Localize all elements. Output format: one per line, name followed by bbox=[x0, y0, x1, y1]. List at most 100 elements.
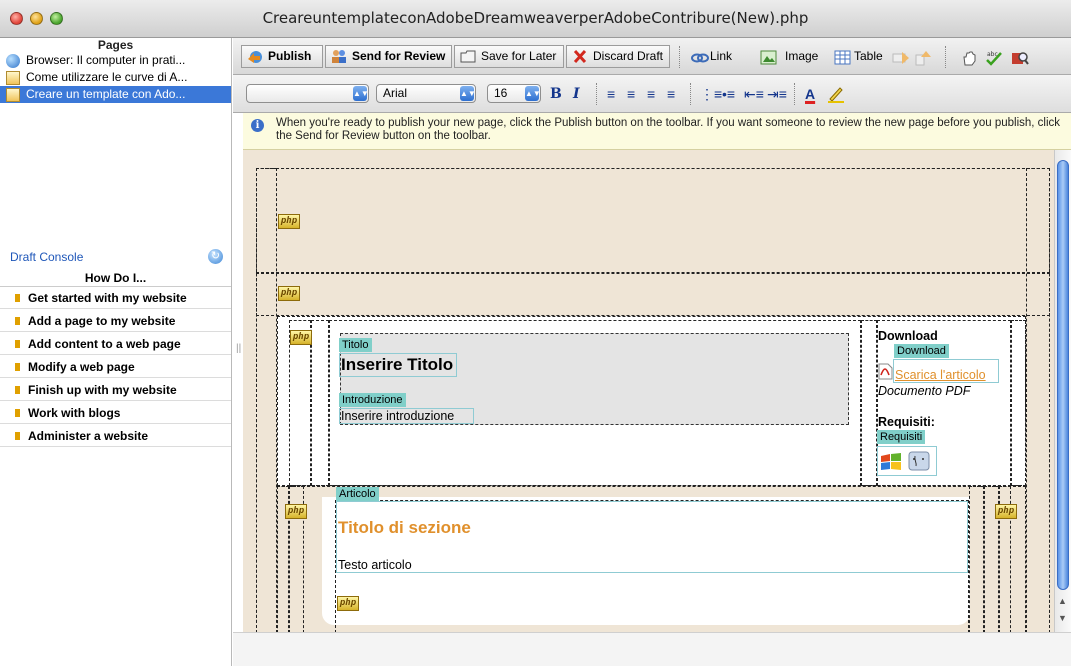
font-select-value: Arial bbox=[383, 86, 408, 100]
book-icon bbox=[15, 432, 20, 440]
download-tag: Download bbox=[894, 344, 949, 358]
select-arrows-icon: ▲▼ bbox=[353, 86, 369, 101]
draft-console-link[interactable]: Draft Console bbox=[10, 248, 83, 266]
spell-check-icon[interactable]: abc bbox=[985, 50, 1003, 66]
editor-canvas[interactable]: php php php Titolo Inserire Titolo Intro… bbox=[243, 150, 1054, 632]
refresh-icon[interactable]: ↻ bbox=[208, 249, 223, 264]
align-center-icon[interactable]: ≡ bbox=[627, 84, 635, 104]
toolbar-divider bbox=[794, 83, 796, 105]
article-text: Testo articolo bbox=[338, 558, 412, 572]
scroll-down-arrow-icon[interactable]: ▼ bbox=[1058, 613, 1067, 623]
folder-icon bbox=[460, 50, 476, 63]
header-region bbox=[256, 168, 1050, 273]
titolo-tag: Titolo bbox=[339, 338, 372, 352]
book-icon bbox=[15, 317, 20, 325]
font-select[interactable]: Arial ▲▼ bbox=[376, 84, 476, 103]
intro-text: Inserire introduzione bbox=[341, 409, 455, 423]
vertical-scrollbar[interactable]: ▲ ▼ bbox=[1054, 150, 1071, 632]
save-for-later-button[interactable]: Save for Later bbox=[454, 45, 564, 68]
download-heading: Download bbox=[878, 329, 938, 343]
draft-page-icon bbox=[6, 87, 20, 102]
php-marker: php bbox=[278, 214, 300, 229]
help-item-blogs[interactable]: Work with blogs bbox=[0, 402, 231, 424]
help-item-administer[interactable]: Administer a website bbox=[0, 425, 231, 447]
nav-region bbox=[256, 273, 1050, 316]
title-field[interactable]: Inserire Titolo bbox=[339, 353, 457, 377]
discard-draft-button[interactable]: Discard Draft bbox=[566, 45, 670, 68]
globe-icon bbox=[6, 53, 20, 68]
help-item-label: Add a page to my website bbox=[28, 314, 176, 328]
select-arrows-icon: ▲▼ bbox=[525, 86, 541, 101]
how-do-i-list: Get started with my website Add a page t… bbox=[0, 287, 231, 448]
publish-button[interactable]: Publish bbox=[241, 45, 323, 68]
intro-field[interactable]: Inserire introduzione bbox=[339, 408, 474, 424]
italic-button[interactable]: I bbox=[573, 84, 580, 104]
help-item-label: Administer a website bbox=[28, 429, 149, 443]
font-size-select[interactable]: 16 ▲▼ bbox=[487, 84, 541, 103]
status-bar bbox=[233, 632, 1071, 666]
toolbar-divider bbox=[679, 46, 681, 68]
help-item-finish-up[interactable]: Finish up with my website bbox=[0, 379, 231, 401]
pdf-caption: Documento PDF bbox=[878, 384, 971, 398]
help-item-get-started[interactable]: Get started with my website bbox=[0, 287, 231, 309]
section-title: Titolo di sezione bbox=[338, 518, 471, 537]
insert-row-icon[interactable] bbox=[892, 50, 910, 66]
indent-icon[interactable]: ⇥≡ bbox=[767, 84, 787, 104]
table-label[interactable]: Table bbox=[854, 45, 883, 68]
preview-icon[interactable] bbox=[1011, 50, 1029, 66]
page-item-template[interactable]: Creare un template con Ado... bbox=[0, 86, 231, 103]
help-item-modify-page[interactable]: Modify a web page bbox=[0, 356, 231, 378]
book-icon bbox=[15, 294, 20, 302]
text-color-button[interactable]: A bbox=[805, 84, 815, 104]
right-gutter bbox=[1011, 320, 1026, 486]
justify-icon[interactable]: ≡ bbox=[667, 84, 675, 104]
align-right-icon[interactable]: ≡ bbox=[647, 84, 655, 104]
page-item-label: Come utilizzare le curve di A... bbox=[26, 70, 188, 84]
page-item-curve[interactable]: Come utilizzare le curve di A... bbox=[0, 69, 231, 86]
splitter-handle[interactable]: || bbox=[236, 343, 241, 354]
windows-logo-icon bbox=[881, 453, 901, 470]
book-icon bbox=[15, 386, 20, 394]
download-link[interactable]: Scarica l'articolo bbox=[895, 368, 986, 382]
php-marker: php bbox=[995, 504, 1017, 519]
help-item-add-content[interactable]: Add content to a web page bbox=[0, 333, 231, 355]
bold-button[interactable]: B bbox=[550, 84, 562, 104]
outdent-icon[interactable]: ⇤≡ bbox=[744, 84, 764, 104]
link-label[interactable]: Link bbox=[710, 45, 732, 68]
articolo-tag: Articolo bbox=[336, 487, 379, 501]
requisiti-heading: Requisiti: bbox=[878, 415, 935, 429]
table-icon[interactable] bbox=[834, 50, 852, 66]
help-item-add-page[interactable]: Add a page to my website bbox=[0, 310, 231, 332]
align-left-icon[interactable]: ≡ bbox=[607, 84, 615, 104]
bulleted-list-icon[interactable]: •≡ bbox=[722, 84, 735, 104]
toolbar-divider bbox=[690, 83, 692, 105]
requisiti-tag: Requisiti bbox=[877, 430, 926, 444]
gutter-column bbox=[861, 320, 877, 486]
discard-draft-label: Discard Draft bbox=[593, 49, 664, 63]
numbered-list-icon[interactable]: ⋮≡ bbox=[700, 84, 722, 104]
help-item-label: Get started with my website bbox=[28, 291, 187, 305]
insert-column-icon[interactable] bbox=[914, 50, 932, 66]
help-item-label: Finish up with my website bbox=[28, 383, 177, 397]
toolbar-divider bbox=[945, 46, 947, 68]
link-icon[interactable] bbox=[691, 50, 709, 66]
article-field[interactable]: Titolo di sezione Testo articolo bbox=[336, 501, 968, 573]
highlight-pen-icon[interactable] bbox=[827, 85, 845, 103]
pages-heading: Pages bbox=[97, 38, 134, 52]
select-arrows-icon: ▲▼ bbox=[460, 86, 476, 101]
hand-icon[interactable] bbox=[961, 50, 979, 66]
scroll-up-arrow-icon[interactable]: ▲ bbox=[1058, 596, 1067, 606]
info-message: When you're ready to publish your new pa… bbox=[276, 117, 1061, 142]
page-item-browser[interactable]: Browser: Il computer in prati... bbox=[0, 52, 231, 69]
save-for-later-label: Save for Later bbox=[481, 49, 557, 63]
download-link-field[interactable]: Scarica l'articolo bbox=[893, 359, 999, 383]
send-for-review-button[interactable]: Send for Review bbox=[325, 45, 452, 68]
font-size-value: 16 bbox=[494, 86, 508, 100]
style-select[interactable]: ▲▼ bbox=[246, 84, 369, 103]
requirements-icons bbox=[877, 446, 937, 476]
image-label[interactable]: Image bbox=[785, 45, 818, 68]
image-icon[interactable] bbox=[760, 50, 778, 66]
scroll-thumb[interactable] bbox=[1057, 160, 1069, 590]
page-item-label: Browser: Il computer in prati... bbox=[26, 53, 186, 67]
article-right-column bbox=[969, 486, 984, 632]
